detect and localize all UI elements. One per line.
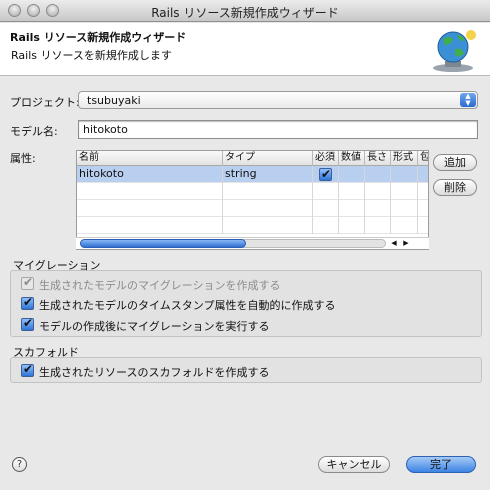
table-row [77,217,428,234]
scroll-right-arrow-icon[interactable]: ▶ [401,238,411,249]
table-row [77,183,428,200]
cell-name[interactable]: hitokoto [77,166,223,183]
run-migration-text: モデルの作成後にマイグレーションを実行する [39,320,270,333]
create-scaffold-text: 生成されたリソースのスカフォルドを作成する [39,366,270,379]
table-row[interactable]: hitokoto string [77,166,428,183]
model-name-field-wrap [78,120,478,139]
wizard-banner: Rails リソース新規作成ウィザード Rails リソースを新規作成します [0,23,490,76]
banner-description: Rails リソースを新規作成します [11,49,172,62]
run-migration-checkbox[interactable] [21,316,34,331]
auto-timestamps-text: 生成されたモデルのタイムスタンプ属性を自動的に作成する [39,299,336,312]
table-row [77,200,428,217]
cell-required[interactable] [313,166,339,183]
cell-format[interactable] [391,166,418,183]
window-title: Rails リソース新規作成ウィザード [151,6,339,20]
migration-group: 生成されたモデルのマイグレーションを作成する 生成されたモデルのタイムスタンプ属… [10,270,482,337]
column-header-length[interactable]: 長さ [365,151,391,166]
create-migration-checkbox [21,275,34,290]
cell-length[interactable] [365,166,391,183]
attributes-table[interactable]: 名前 タイプ 必須 数値 長さ 形式 包 hitokoto string [76,150,429,250]
scaffold-group: 生成されたリソースのスカフォルドを作成する [10,357,482,383]
title-bar: Rails リソース新規作成ウィザード [0,0,490,22]
create-scaffold-checkbox[interactable] [21,362,34,377]
banner-title: Rails リソース新規作成ウィザード [10,31,187,44]
delete-attribute-button[interactable]: 削除 [433,179,477,196]
model-name-label: モデル名: [10,125,58,138]
scrollbar-thumb[interactable] [80,239,246,248]
model-name-field[interactable] [79,121,477,138]
column-header-include[interactable]: 包 [418,151,428,166]
auto-timestamps-checkbox[interactable] [21,295,34,310]
table-header: 名前 タイプ 必須 数値 長さ 形式 包 [77,151,428,166]
create-migration-text: 生成されたモデルのマイグレーションを作成する [39,279,281,292]
column-header-type[interactable]: タイプ [223,151,313,166]
help-icon[interactable]: ? [12,457,27,472]
cell-type[interactable]: string [223,166,313,183]
attributes-label: 属性: [10,152,36,165]
cancel-button[interactable]: キャンセル [318,456,390,473]
project-select-value: tsubuyaki [87,94,141,107]
required-checkbox[interactable] [319,166,332,182]
finish-button[interactable]: 完了 [406,456,476,473]
column-header-name[interactable]: 名前 [77,151,223,166]
column-header-format[interactable]: 形式 [391,151,418,166]
scroll-left-arrow-icon[interactable]: ◀ [389,238,399,249]
globe-wizard-icon [433,30,476,72]
cell-numeric[interactable] [339,166,365,183]
project-select[interactable]: tsubuyaki ▲ ▼ [78,91,478,109]
project-label: プロジェクト: [10,96,80,109]
add-attribute-button[interactable]: 追加 [433,154,477,171]
column-header-required[interactable]: 必須 [313,151,339,166]
table-horizontal-scrollbar[interactable]: ◀ ▶ [76,237,429,249]
updown-arrow-icon: ▲ ▼ [460,93,476,107]
column-header-numeric[interactable]: 数値 [339,151,365,166]
